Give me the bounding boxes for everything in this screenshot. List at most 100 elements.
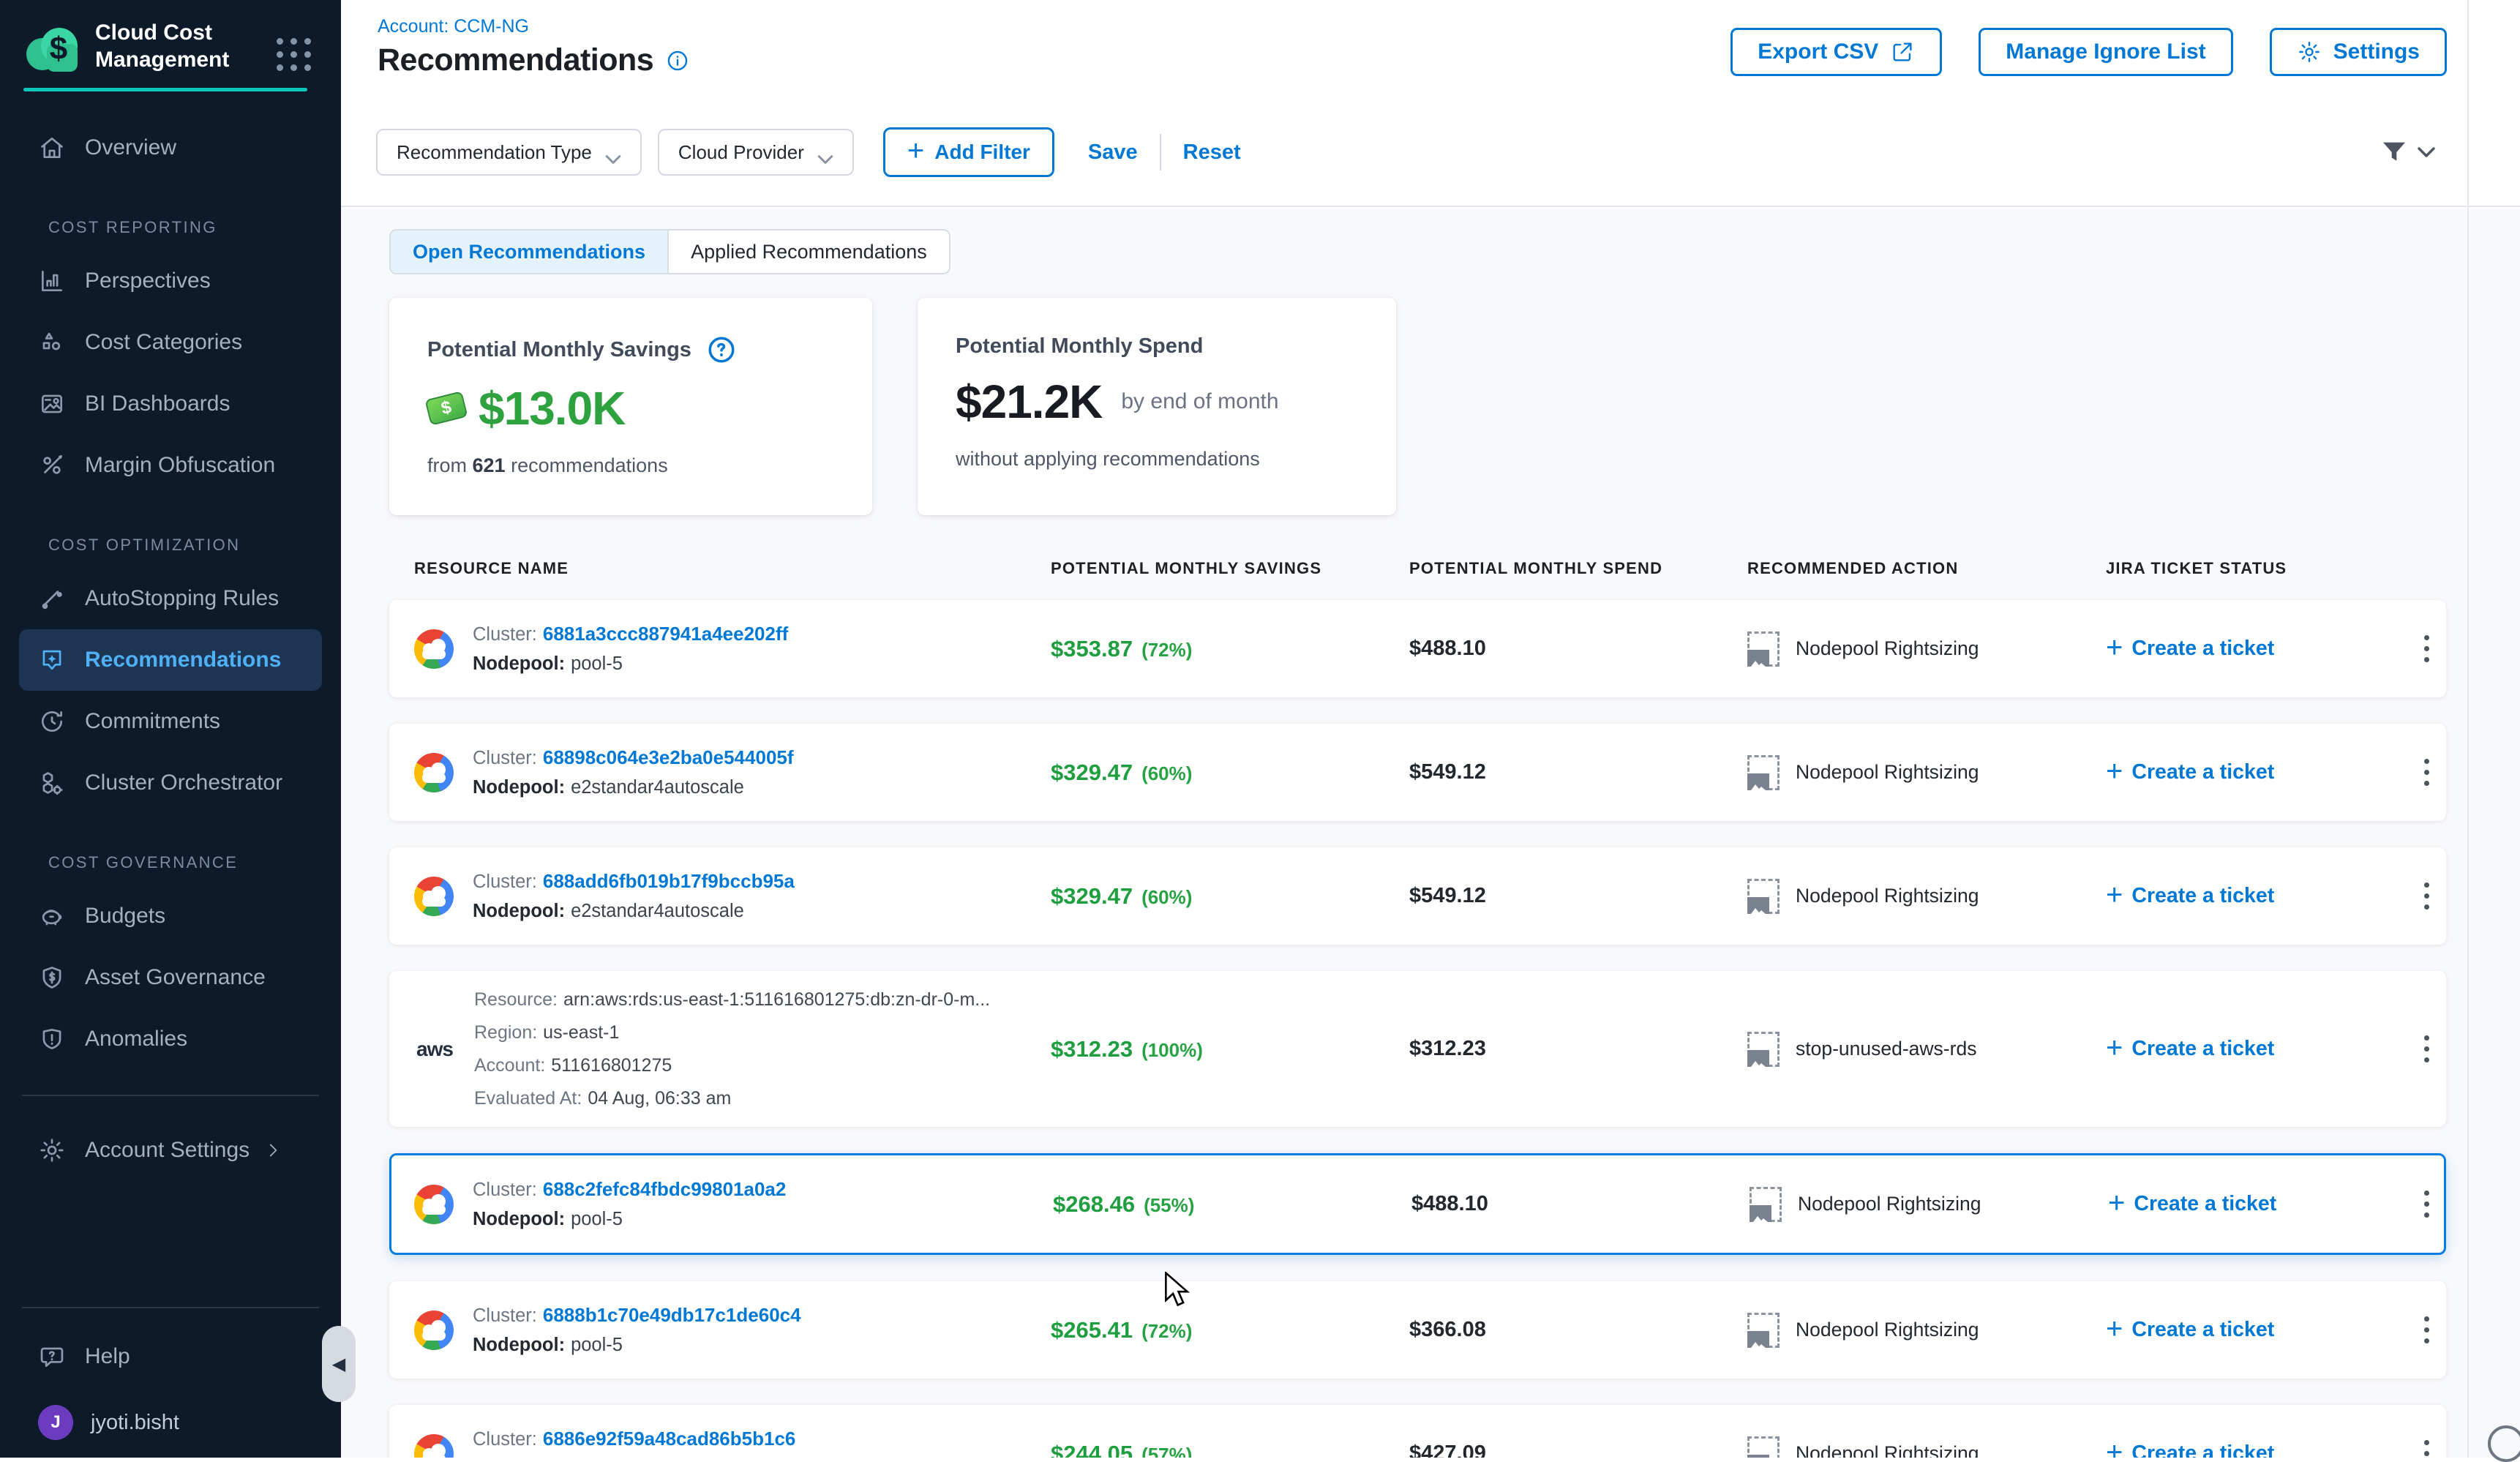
question-icon[interactable] <box>706 334 737 365</box>
cluster-link[interactable]: 68898c064e3e2ba0e544005f <box>543 746 794 768</box>
sidebar-item-overview[interactable]: Overview <box>0 117 341 179</box>
kebab-icon <box>2417 1183 2437 1225</box>
support-chat-icon[interactable] <box>2488 1425 2520 1462</box>
aws-icon: aws <box>414 1038 455 1061</box>
tab-applied-recommendations[interactable]: Applied Recommendations <box>669 230 949 273</box>
manage-ignore-list-button[interactable]: Manage Ignore List <box>1979 28 2232 76</box>
sidebar-item-budgets[interactable]: Budgets <box>0 885 341 947</box>
action-thumbnail-icon <box>1747 1032 1780 1067</box>
funnel-icon <box>2380 138 2409 167</box>
add-filter-button[interactable]: + Add Filter <box>883 127 1054 177</box>
settings-button[interactable]: Settings <box>2270 28 2447 76</box>
cloud-provider-dropdown[interactable]: Cloud Provider <box>658 129 854 176</box>
plus-icon: + <box>2106 880 2123 910</box>
cloud-cost-logo-icon: $ <box>22 25 79 67</box>
chevron-down-icon <box>2418 146 2435 158</box>
cluster-link[interactable]: 6886e92f59a48cad86b5b1c6 <box>543 1428 796 1450</box>
table-row[interactable]: Cluster:68898c064e3e2ba0e544005f Nodepoo… <box>389 724 2446 821</box>
sidebar: $ Cloud Cost Management Overview COST RE… <box>0 0 341 1458</box>
bar-chart-icon <box>38 267 66 295</box>
hexagons-icon <box>38 769 66 797</box>
row-menu-button[interactable] <box>2407 1309 2446 1351</box>
sidebar-item-help[interactable]: Help <box>0 1326 341 1387</box>
create-ticket-button[interactable]: +Create a ticket <box>2106 1441 2407 1458</box>
sidebar-collapse-handle[interactable]: ◀ <box>322 1326 356 1402</box>
gcp-icon <box>414 1434 454 1458</box>
savings-percent: (60%) <box>1141 886 1192 909</box>
save-filter-button[interactable]: Save <box>1088 140 1138 165</box>
sidebar-item-asset-governance[interactable]: Asset Governance <box>0 947 341 1008</box>
col-resource-name: RESOURCE NAME <box>389 559 1051 578</box>
spend-amount: $488.10 <box>1409 637 1747 661</box>
sidebar-item-margin-obfuscation[interactable]: Margin Obfuscation <box>0 435 341 496</box>
chevron-right-icon <box>263 1141 282 1160</box>
cluster-link[interactable]: 688c2fefc84fbdc99801a0a2 <box>543 1178 786 1200</box>
create-ticket-button[interactable]: +Create a ticket <box>2106 1317 2407 1343</box>
info-icon[interactable] <box>665 48 690 73</box>
recommendation-type-dropdown[interactable]: Recommendation Type <box>376 129 642 176</box>
plus-icon: + <box>2106 633 2123 662</box>
sidebar-item-cluster-orchestrator[interactable]: Cluster Orchestrator <box>0 752 341 814</box>
table-row[interactable]: Cluster:6888b1c70e49db17c1de60c4 Nodepoo… <box>389 1281 2446 1379</box>
header-actions: Export CSV Manage Ignore List Settings <box>1730 28 2447 76</box>
savings-amount: $329.47 <box>1051 883 1133 910</box>
reset-filter-button[interactable]: Reset <box>1183 140 1241 165</box>
savings-value: $13.0K <box>479 381 625 435</box>
create-ticket-button[interactable]: +Create a ticket <box>2106 883 2407 910</box>
table-row[interactable]: Cluster:688add6fb019b17f9bccb95a Nodepoo… <box>389 847 2446 945</box>
action-thumbnail-icon <box>1747 631 1780 667</box>
plus-icon: + <box>2106 757 2123 786</box>
row-menu-button[interactable] <box>2407 628 2446 670</box>
kebab-icon <box>2417 875 2437 917</box>
col-recommended-action: RECOMMENDED ACTION <box>1747 559 2106 578</box>
row-menu-button[interactable] <box>2407 751 2446 793</box>
sidebar-item-commitments[interactable]: Commitments <box>0 691 341 752</box>
filter-bar: Recommendation Type Cloud Provider + Add… <box>376 127 1241 177</box>
action-label: Nodepool Rightsizing <box>1796 637 1979 660</box>
tab-open-recommendations[interactable]: Open Recommendations <box>391 230 669 273</box>
action-thumbnail-icon <box>1747 755 1780 790</box>
sidebar-item-autostopping[interactable]: AutoStopping Rules <box>0 568 341 629</box>
help-chat-icon <box>38 1343 66 1371</box>
user-account-row[interactable]: J jyoti.bisht <box>0 1387 341 1458</box>
filter-panel-toggle[interactable] <box>2380 138 2435 167</box>
create-ticket-button[interactable]: +Create a ticket <box>2106 760 2407 786</box>
table-header: RESOURCE NAME POTENTIAL MONTHLY SAVINGS … <box>389 559 2446 578</box>
cluster-link[interactable]: 6881a3ccc887941a4ee202ff <box>543 623 788 645</box>
table-row[interactable]: Cluster:6881a3ccc887941a4ee202ff Nodepoo… <box>389 600 2446 697</box>
cluster-link[interactable]: 688add6fb019b17f9bccb95a <box>543 870 795 892</box>
row-menu-button[interactable] <box>2410 1183 2444 1225</box>
create-ticket-button[interactable]: +Create a ticket <box>2106 636 2407 662</box>
shield-dollar-icon <box>38 964 66 991</box>
accent-underline <box>23 88 307 91</box>
export-csv-button[interactable]: Export CSV <box>1730 28 1942 76</box>
sidebar-item-anomalies[interactable]: Anomalies <box>0 1008 341 1070</box>
sidebar-item-perspectives[interactable]: Perspectives <box>0 250 341 312</box>
breadcrumb-account[interactable]: Account: CCM-NG <box>378 16 529 37</box>
sidebar-item-account-settings[interactable]: Account Settings <box>0 1120 341 1181</box>
cluster-link[interactable]: 6888b1c70e49db17c1de60c4 <box>543 1304 801 1326</box>
table-row[interactable]: Cluster:6886e92f59a48cad86b5b1c6 Nodepoo… <box>389 1405 2446 1458</box>
row-menu-button[interactable] <box>2407 1433 2446 1458</box>
spend-amount: $488.10 <box>1411 1192 1750 1216</box>
savings-percent: (57%) <box>1141 1444 1192 1458</box>
spend-card-title: Potential Monthly Spend <box>956 334 1203 359</box>
create-ticket-button[interactable]: +Create a ticket <box>2108 1191 2410 1218</box>
savings-percent: (72%) <box>1141 1320 1192 1343</box>
savings-amount: $312.23 <box>1051 1036 1133 1062</box>
divider <box>1160 134 1161 170</box>
table-row-selected[interactable]: Cluster:688c2fefc84fbdc99801a0a2 Nodepoo… <box>389 1153 2446 1255</box>
sidebar-item-recommendations[interactable]: Recommendations <box>19 629 322 691</box>
module-grid-icon[interactable] <box>277 38 312 71</box>
create-ticket-button[interactable]: +Create a ticket <box>2106 1036 2407 1062</box>
row-menu-button[interactable] <box>2407 875 2446 917</box>
table-row[interactable]: aws Resource:arn:aws:rds:us-east-1:51161… <box>389 971 2446 1127</box>
sidebar-item-cost-categories[interactable]: Cost Categories <box>0 312 341 373</box>
sidebar-divider <box>22 1095 319 1096</box>
shield-alert-icon <box>38 1025 66 1053</box>
spend-value: $21.2K <box>956 375 1102 429</box>
recommendation-tag-icon <box>38 646 66 674</box>
row-menu-button[interactable] <box>2407 1028 2446 1070</box>
sidebar-item-bi-dashboards[interactable]: BI Dashboards <box>0 373 341 435</box>
col-jira-status: JIRA TICKET STATUS <box>2106 559 2407 578</box>
